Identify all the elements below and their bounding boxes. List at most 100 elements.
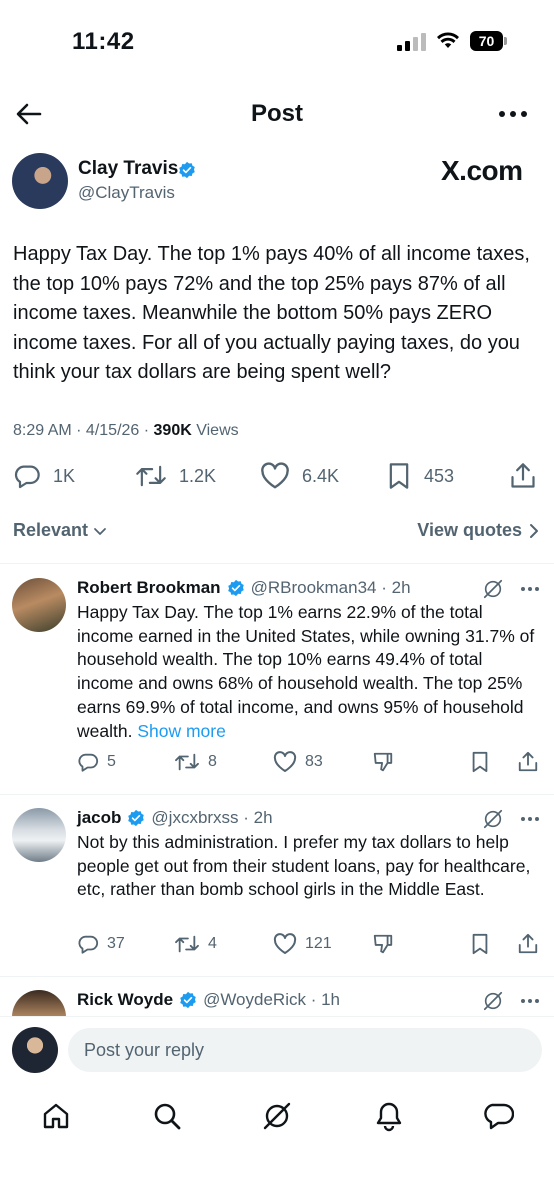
- x-com-watermark: X.com: [441, 155, 523, 186]
- heart-icon: [261, 462, 289, 489]
- views-label: Views: [191, 422, 239, 439]
- like-count: 121: [305, 935, 332, 952]
- reply-avatar[interactable]: [12, 578, 66, 632]
- bookmark-count: 453: [424, 465, 455, 486]
- reply-icon: [14, 465, 40, 489]
- verified-badge-icon: [227, 579, 244, 597]
- reply-more-icon[interactable]: [520, 586, 540, 592]
- reply-icon: [78, 935, 99, 954]
- more-options-icon[interactable]: [498, 110, 528, 118]
- reply-actions: 37 4 121: [0, 933, 554, 961]
- divider: [0, 794, 554, 795]
- repost-icon: [136, 465, 166, 487]
- notifications-bell-icon[interactable]: [373, 1100, 405, 1132]
- repost-count: 1.2K: [179, 465, 217, 486]
- like-button[interactable]: 6.4K: [260, 462, 339, 490]
- view-quotes-label: View quotes: [417, 520, 522, 540]
- reply-actions: 5 8 83: [0, 751, 554, 779]
- reply-header: Rick Woyde @WoydeRick · 1h: [77, 990, 340, 1010]
- grok-tab-icon[interactable]: [261, 1100, 293, 1132]
- reply-count: 37: [107, 935, 125, 952]
- reply-button[interactable]: 5: [77, 751, 116, 773]
- view-quotes-link[interactable]: View quotes: [417, 520, 540, 541]
- bookmark-button[interactable]: [470, 933, 490, 955]
- reply-more-icon[interactable]: [520, 998, 540, 1004]
- status-time: 11:42: [72, 28, 135, 55]
- grok-icon[interactable]: [482, 808, 504, 830]
- heart-icon: [273, 751, 297, 772]
- repost-icon: [175, 753, 199, 771]
- divider: [0, 563, 554, 564]
- reply-handle-time[interactable]: @WoydeRick · 1h: [203, 990, 340, 1010]
- views-count: 390K: [153, 422, 192, 439]
- reply-handle-time[interactable]: @jxcxbrxss · 2h: [151, 808, 272, 828]
- post-actions: 1K 1.2K 6.4K 453: [0, 460, 554, 494]
- page-title: Post: [250, 100, 303, 127]
- dislike-button[interactable]: [372, 933, 394, 955]
- heart-icon: [273, 933, 297, 954]
- share-icon: [518, 933, 538, 954]
- reply-button[interactable]: 1K: [13, 462, 75, 490]
- author-handle[interactable]: @ClayTravis: [78, 183, 175, 203]
- like-count: 83: [305, 753, 323, 770]
- thumbs-down-icon: [373, 752, 393, 772]
- reply-author-name[interactable]: Rick Woyde: [77, 990, 173, 1010]
- share-icon: [511, 463, 535, 488]
- thumbs-down-icon: [373, 934, 393, 954]
- search-icon[interactable]: [151, 1100, 183, 1132]
- repost-button[interactable]: 1.2K: [135, 462, 216, 490]
- bookmark-icon: [472, 751, 488, 773]
- post-timestamp: 8:29 AM · 4/15/26 ·: [13, 422, 154, 439]
- share-button[interactable]: [509, 462, 537, 490]
- messages-icon[interactable]: [482, 1100, 514, 1132]
- reply-text: Happy Tax Day. The top 1% earns 22.9% of…: [77, 601, 537, 743]
- like-button[interactable]: 83: [273, 751, 323, 773]
- chevron-down-icon: [94, 527, 106, 535]
- bookmark-button[interactable]: 453: [386, 462, 454, 490]
- reply-button[interactable]: 37: [77, 933, 125, 955]
- reply-icon: [78, 753, 99, 772]
- like-button[interactable]: 121: [273, 933, 332, 955]
- grok-icon[interactable]: [482, 990, 504, 1012]
- share-button[interactable]: [517, 933, 539, 955]
- repost-button[interactable]: 4: [174, 933, 217, 955]
- verified-badge-icon: [178, 161, 196, 179]
- reply-header: jacob @jxcxbrxss · 2h: [77, 808, 273, 828]
- bookmark-button[interactable]: [470, 751, 490, 773]
- repost-count: 8: [208, 753, 217, 770]
- reply-count: 5: [107, 753, 116, 770]
- verified-badge-icon: [128, 809, 145, 827]
- battery-level: 70: [470, 31, 503, 51]
- cellular-signal-icon: [397, 33, 426, 51]
- reply-author-name[interactable]: jacob: [77, 808, 121, 828]
- sort-dropdown[interactable]: Relevant: [13, 520, 108, 541]
- reply-handle-time[interactable]: @RBrookman34 · 2h: [251, 578, 411, 598]
- author-name[interactable]: Clay Travis: [78, 158, 178, 180]
- my-avatar[interactable]: [12, 1027, 58, 1073]
- bookmark-icon: [389, 463, 409, 489]
- author-avatar[interactable]: [12, 153, 68, 209]
- reply-more-icon[interactable]: [520, 816, 540, 822]
- verified-badge-icon: [180, 991, 196, 1009]
- reply-input[interactable]: [68, 1028, 542, 1072]
- post-meta: 8:29 AM · 4/15/26 · 390K Views: [13, 422, 239, 440]
- repost-icon: [175, 935, 199, 953]
- dislike-button[interactable]: [372, 751, 394, 773]
- repost-button[interactable]: 8: [174, 751, 217, 773]
- reply-body: Not by this administration. I prefer my …: [77, 832, 531, 900]
- reply-avatar[interactable]: [12, 808, 66, 862]
- share-icon: [518, 751, 538, 772]
- reply-author-name[interactable]: Robert Brookman: [77, 578, 221, 598]
- chevron-right-icon: [530, 523, 538, 538]
- reply-header: Robert Brookman @RBrookman34 · 2h: [77, 578, 411, 598]
- reply-count: 1K: [53, 465, 76, 486]
- repost-count: 4: [208, 935, 217, 952]
- grok-icon[interactable]: [482, 578, 504, 600]
- home-icon[interactable]: [40, 1100, 72, 1132]
- show-more-link[interactable]: Show more: [137, 721, 226, 741]
- post-text: Happy Tax Day. The top 1% pays 40% of al…: [13, 243, 530, 383]
- like-count: 6.4K: [302, 465, 340, 486]
- back-arrow-icon[interactable]: [14, 100, 42, 128]
- share-button[interactable]: [517, 751, 539, 773]
- bookmark-icon: [472, 933, 488, 955]
